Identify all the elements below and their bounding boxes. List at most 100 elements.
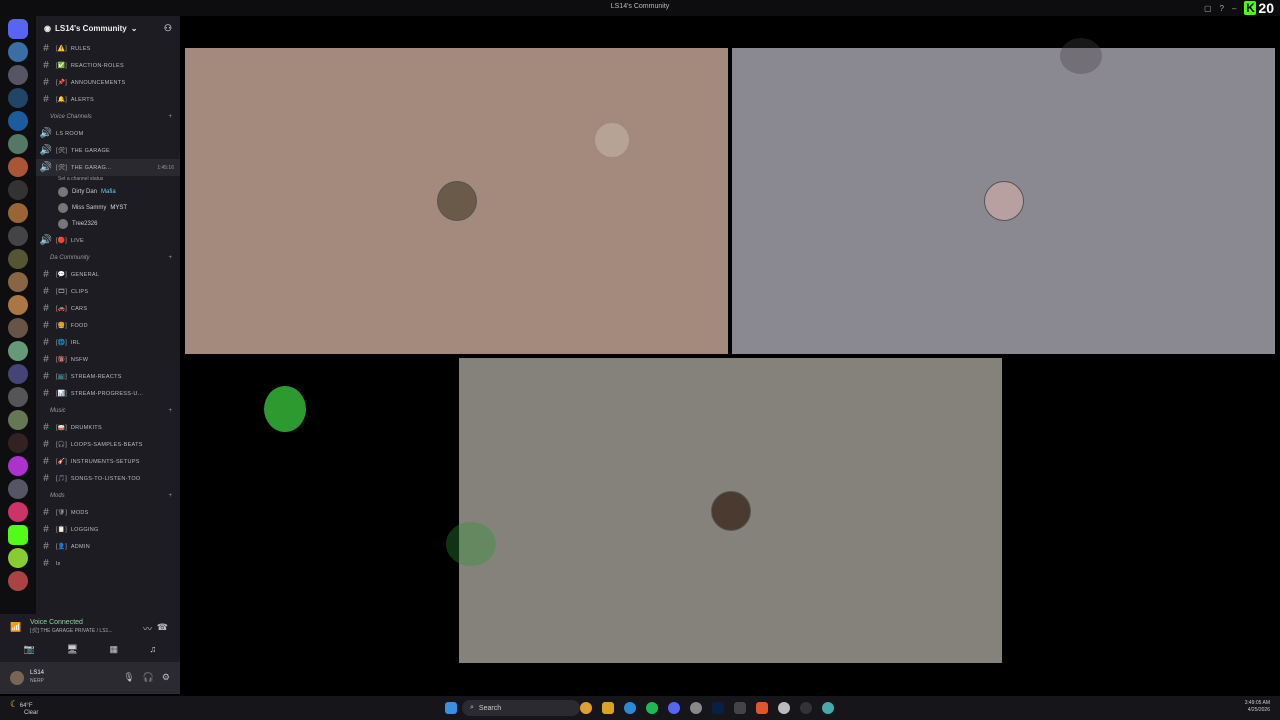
kick-server-icon[interactable] <box>8 525 28 545</box>
server-header[interactable]: ◉ LS14's Community ⌄ ⚇ <box>36 16 180 40</box>
channel-item[interactable]: # [🎸] INSTRUMENTS-SETUPS <box>36 453 180 470</box>
server-icon[interactable] <box>8 134 28 154</box>
app-icon[interactable] <box>690 702 702 714</box>
disconnect-icon[interactable]: ☎ <box>157 622 168 633</box>
voice-channel-item[interactable]: 🔊 [🔴] LIVE <box>36 232 180 249</box>
signal-icon[interactable]: 📶 <box>10 622 21 633</box>
channel-item[interactable]: # [📋] LOGGING <box>36 521 180 538</box>
channel-item[interactable]: # [✅] REACTION-ROLES <box>36 57 180 74</box>
obs-icon[interactable] <box>800 702 812 714</box>
screen-share-icon[interactable]: 🖥 <box>66 644 77 655</box>
add-channel-icon[interactable]: + <box>168 408 172 414</box>
channel-item[interactable]: # [⚠️] RULES <box>36 40 180 57</box>
channel-item[interactable]: # [🔞] NSFW <box>36 351 180 368</box>
brave-icon[interactable] <box>756 702 768 714</box>
photoshop-icon[interactable] <box>712 702 724 714</box>
voice-channel-item-active[interactable]: 🔊 [🛠] THE GARAG... 1:45:16 <box>36 159 180 176</box>
channel-item[interactable]: # [🌐] IRL <box>36 334 180 351</box>
inbox-icon[interactable]: ▢ <box>1204 4 1212 13</box>
chrome-icon[interactable] <box>580 702 592 714</box>
channel-item[interactable]: # [🎞] CLIPS <box>36 283 180 300</box>
gear-icon[interactable]: ⚙ <box>162 672 170 683</box>
server-icon[interactable] <box>8 479 28 499</box>
server-icon[interactable] <box>8 502 28 522</box>
weather-widget[interactable]: ☾ 64°F Clear <box>10 699 38 716</box>
server-icon[interactable] <box>8 548 28 568</box>
category-mods[interactable]: Mods + <box>36 487 180 504</box>
channel-item[interactable]: # [🎧] LOOPS-SAMPLES-BEATS <box>36 436 180 453</box>
channel-item[interactable]: # [👤] ADMIN <box>36 538 180 555</box>
server-icon[interactable] <box>8 341 28 361</box>
channel-item[interactable]: # [💬] GENERAL <box>36 266 180 283</box>
category-music[interactable]: Music + <box>36 402 180 419</box>
add-member-icon[interactable]: ⚇ <box>164 23 172 34</box>
channel-item[interactable]: # [📺] STREAM-REACTS <box>36 368 180 385</box>
taskbar-search[interactable]: ⌕ Search <box>462 700 580 716</box>
server-icon[interactable] <box>8 180 28 200</box>
windows-start-icon[interactable] <box>445 702 457 714</box>
noise-suppression-icon[interactable]: 〰 <box>143 622 152 635</box>
channel-item[interactable]: # ls <box>36 555 180 572</box>
channel-item[interactable]: # [📊] STREAM-PROGRESS-U... <box>36 385 180 402</box>
voice-member[interactable]: Miss Sammy MYST <box>36 200 180 216</box>
username[interactable]: LS14 <box>30 670 44 676</box>
server-icon[interactable] <box>8 433 28 453</box>
server-icon[interactable] <box>8 111 28 131</box>
server-icon[interactable] <box>8 65 28 85</box>
video-tile[interactable] <box>185 48 728 354</box>
server-icon[interactable] <box>8 364 28 384</box>
file-explorer-icon[interactable] <box>602 702 614 714</box>
add-channel-icon[interactable]: + <box>168 493 172 499</box>
channel-status[interactable]: Set a channel status <box>36 176 180 184</box>
server-icon[interactable] <box>8 157 28 177</box>
channel-item[interactable]: # [🥁] DRUMKITS <box>36 419 180 436</box>
voice-channel-path[interactable]: [🛠] THE GARAGE PRIVATE / LS1... <box>30 628 112 634</box>
category-community[interactable]: Da Community + <box>36 249 180 266</box>
avatar[interactable] <box>10 671 24 685</box>
headphones-icon[interactable]: 🎧 <box>143 672 154 683</box>
server-icon[interactable] <box>8 88 28 108</box>
channel-item[interactable]: # [🍔] FOOD <box>36 317 180 334</box>
video-tile[interactable] <box>459 358 1002 663</box>
activities-icon[interactable]: ▦ <box>109 644 118 655</box>
server-icon[interactable] <box>8 249 28 269</box>
channel-item[interactable]: # [🛡] MODS <box>36 504 180 521</box>
discord-home-icon[interactable] <box>8 19 28 39</box>
voice-member[interactable]: Tree2326 <box>36 216 180 232</box>
edge-icon[interactable] <box>624 702 636 714</box>
voice-member[interactable]: Dirty Dan Mafia <box>36 184 180 200</box>
category-voice[interactable]: Voice Channels + <box>36 108 180 125</box>
terminal-icon[interactable] <box>734 702 746 714</box>
app-icon[interactable] <box>778 702 790 714</box>
channel-item[interactable]: # [🔔] ALERTS <box>36 91 180 108</box>
hash-icon: # <box>43 43 49 54</box>
camera-icon[interactable]: 📷 <box>24 644 35 655</box>
soundboard-icon[interactable]: ♫ <box>149 644 156 655</box>
server-icon[interactable] <box>8 272 28 292</box>
microphone-icon[interactable]: 🎙 <box>123 672 134 683</box>
discord-icon[interactable] <box>668 702 680 714</box>
server-icon[interactable] <box>8 410 28 430</box>
voice-channel-item[interactable]: 🔊 LS ROOM <box>36 125 180 142</box>
help-icon[interactable]: ? <box>1220 4 1224 13</box>
channel-item[interactable]: # [📌] ANNOUNCEMENTS <box>36 74 180 91</box>
server-icon[interactable] <box>8 387 28 407</box>
channel-name: THE GARAGE <box>70 147 111 154</box>
system-clock[interactable]: 3:49:05 AM 4/25/2026 <box>1245 700 1270 714</box>
channel-item[interactable]: # [🎵] SONGS-TO-LISTEN-TOO <box>36 470 180 487</box>
server-icon[interactable] <box>8 42 28 62</box>
spotify-icon[interactable] <box>646 702 658 714</box>
video-tile[interactable] <box>732 48 1275 354</box>
add-channel-icon[interactable]: + <box>168 114 172 120</box>
server-icon[interactable] <box>8 203 28 223</box>
server-icon[interactable] <box>8 456 28 476</box>
server-icon[interactable] <box>8 318 28 338</box>
server-icon[interactable] <box>8 571 28 591</box>
app-icon[interactable] <box>822 702 834 714</box>
server-icon[interactable] <box>8 226 28 246</box>
channel-item[interactable]: # [🚗] CARS <box>36 300 180 317</box>
voice-channel-item[interactable]: 🔊 [🛠] THE GARAGE <box>36 142 180 159</box>
server-icon[interactable] <box>8 295 28 315</box>
add-channel-icon[interactable]: + <box>168 255 172 261</box>
minimize-icon[interactable]: – <box>1232 4 1236 13</box>
